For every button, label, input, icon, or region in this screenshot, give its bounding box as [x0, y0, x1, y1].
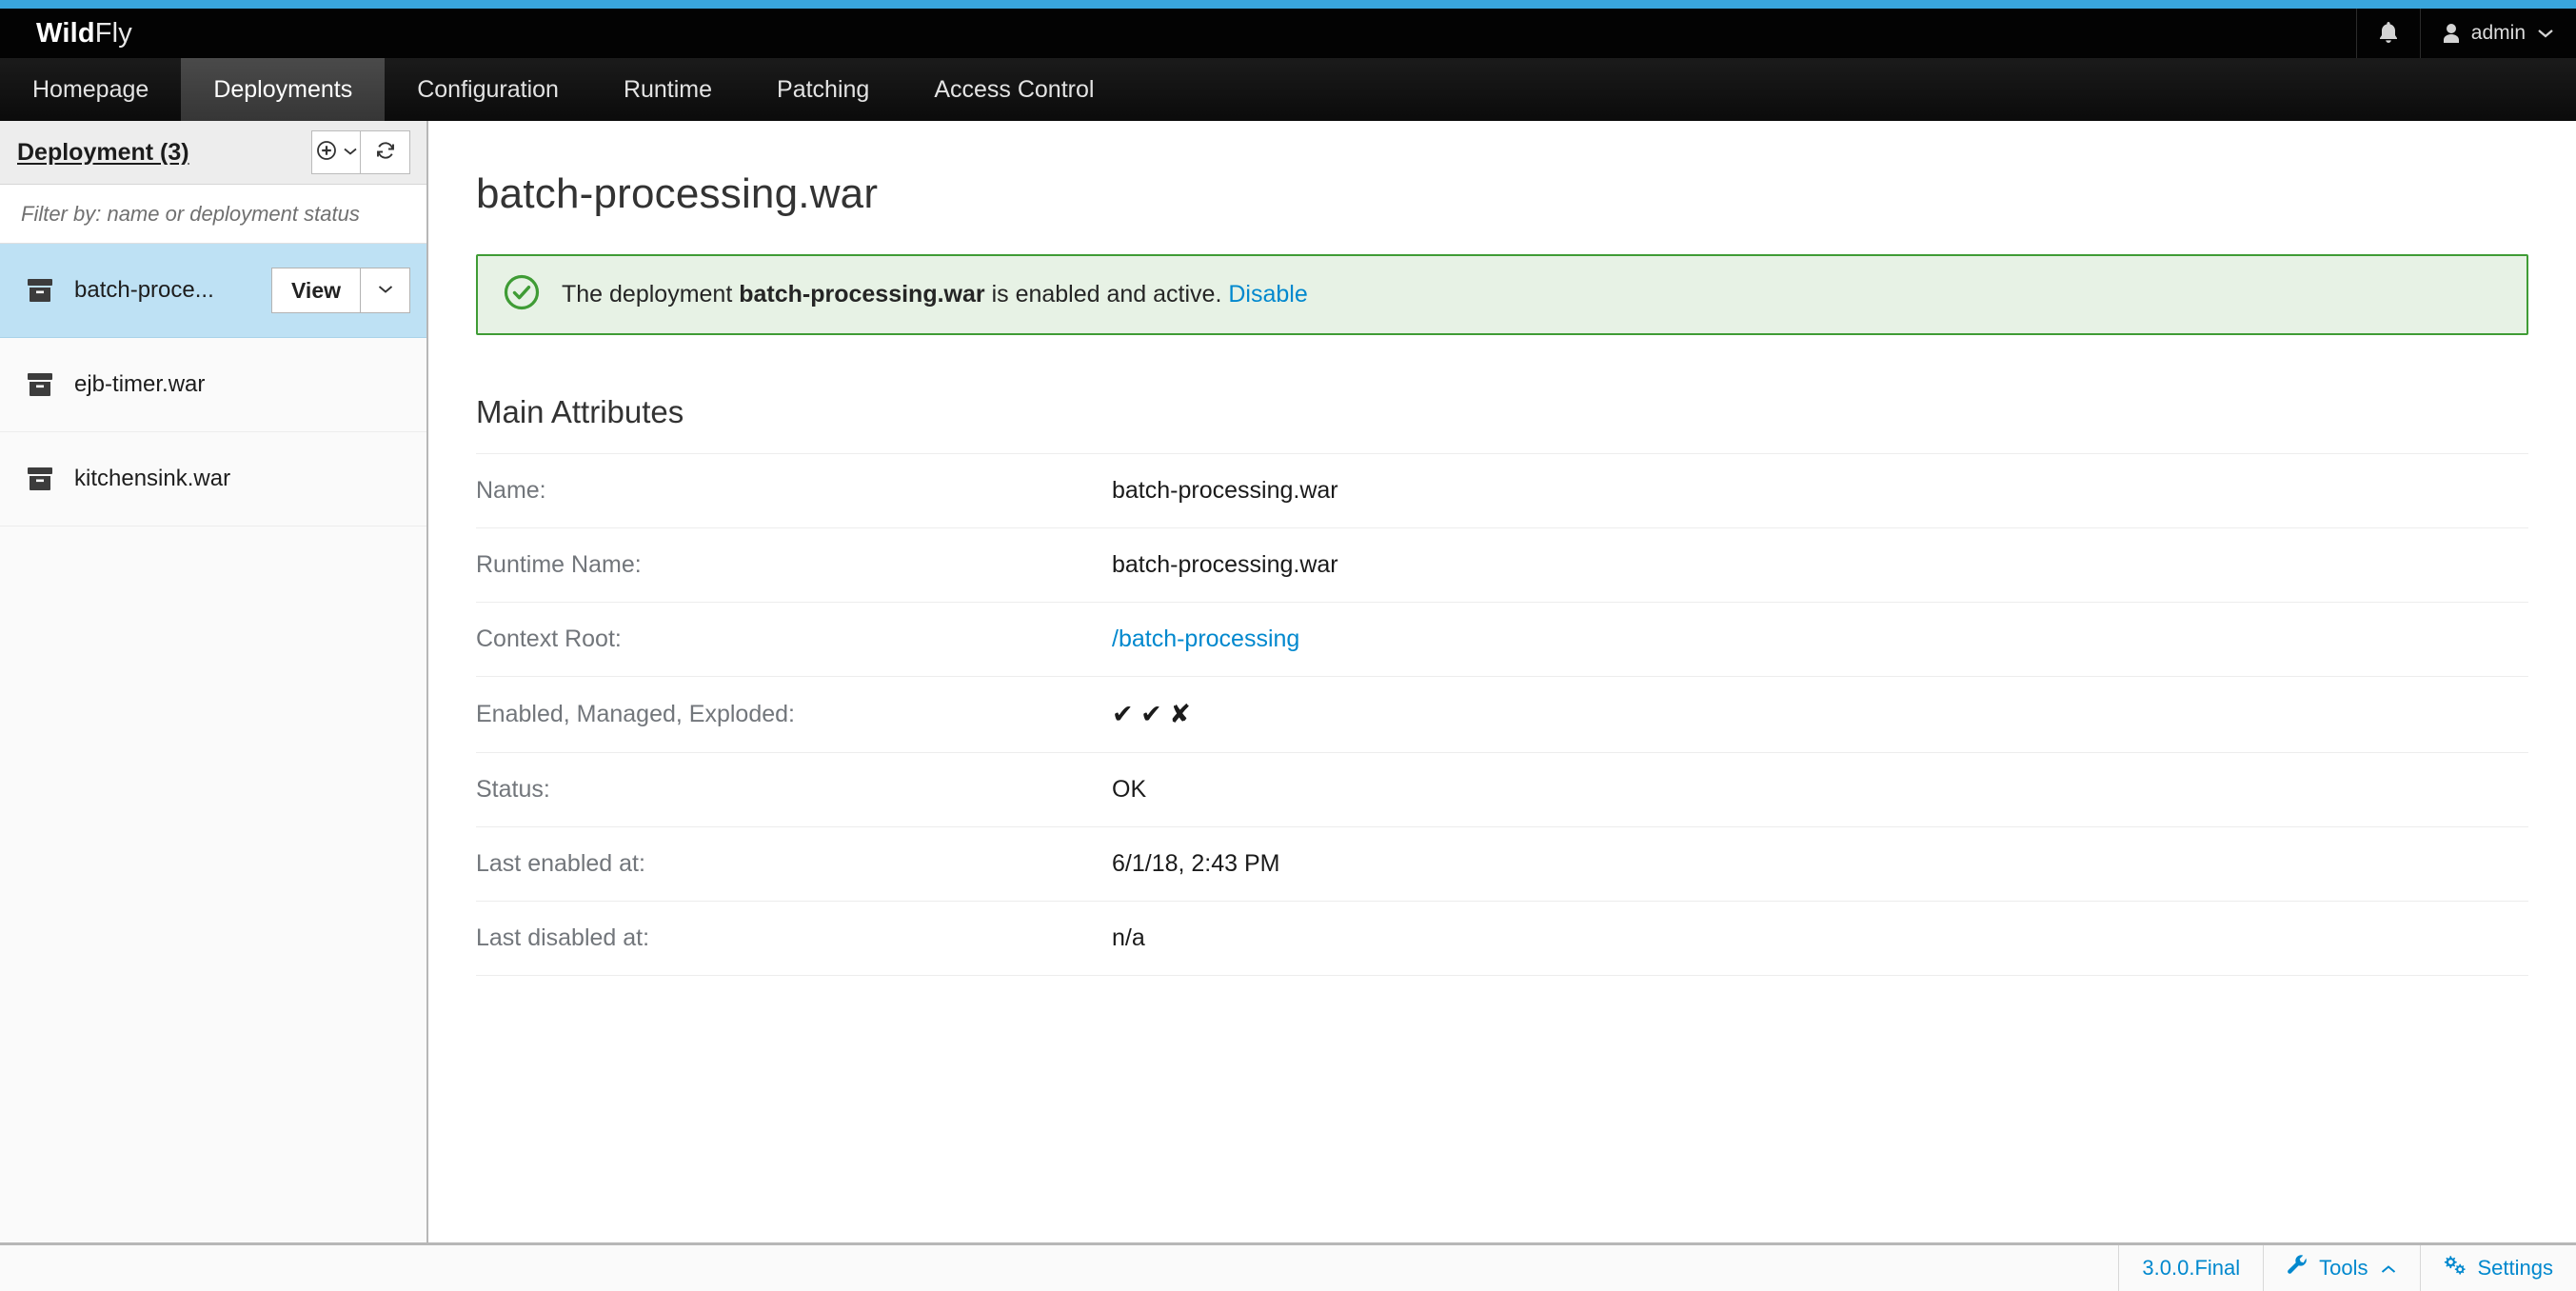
gears-icon — [2444, 1255, 2467, 1281]
filter-row — [0, 185, 426, 244]
attribute-value: OK — [1112, 776, 1147, 803]
table-row: Status: OK — [476, 752, 2528, 827]
attribute-label: Name: — [476, 477, 546, 504]
wildfly-console: Wild Fly admin Homepage Deployments Conf… — [0, 0, 2576, 1291]
attribute-label: Context Root: — [476, 626, 622, 652]
nav-item-deployments[interactable]: Deployments — [181, 58, 386, 121]
table-row: Runtime Name: batch-processing.war — [476, 527, 2528, 603]
list-item-batch-processing[interactable]: batch-proce... View — [0, 244, 426, 338]
brand-name-light: Fly — [94, 17, 133, 49]
refresh-icon — [374, 139, 397, 167]
table-row: Context Root: /batch-processing — [476, 602, 2528, 677]
status-alert: The deployment batch-processing.war is e… — [476, 254, 2528, 335]
list-item-kitchensink[interactable]: kitchensink.war — [0, 432, 426, 526]
deployments-sidebar: Deployment (3) Filter by: name or deploy… — [0, 121, 428, 1242]
masthead: Wild Fly admin — [0, 9, 2576, 58]
list-item-label: kitchensink.war — [74, 466, 231, 491]
tools-menu[interactable]: Tools — [2263, 1245, 2419, 1291]
primary-nav: Homepage Deployments Configuration Runti… — [0, 58, 2576, 121]
user-icon — [2442, 23, 2461, 44]
check-circle-icon — [503, 273, 541, 316]
table-row: Enabled, Managed, Exploded: ✔ ✔ ✘ — [476, 676, 2528, 753]
table-row: Name: batch-processing.war — [476, 453, 2528, 528]
nav-item-patching[interactable]: Patching — [744, 58, 902, 121]
archive-icon — [27, 278, 53, 303]
page-body: Deployment (3) Filter by: name or deploy… — [0, 121, 2576, 1242]
list-item-label: batch-proce... — [74, 277, 214, 303]
add-deployment-button[interactable] — [311, 130, 361, 174]
alert-message: The deployment batch-processing.war is e… — [562, 281, 1308, 308]
list-item-label: ejb-timer.war — [74, 371, 206, 397]
attribute-value-cell: ✔ ✔ ✘ — [1112, 677, 2528, 753]
chevron-down-icon — [343, 144, 358, 161]
attribute-label: Last enabled at: — [476, 850, 645, 877]
chevron-down-icon — [377, 282, 394, 299]
wrench-icon — [2287, 1255, 2308, 1281]
table-row: Last enabled at: 6/1/18, 2:43 PM — [476, 826, 2528, 902]
nav-item-access-control[interactable]: Access Control — [902, 58, 1126, 121]
version-link[interactable]: 3.0.0.Final — [2118, 1245, 2263, 1291]
alert-suffix: is enabled and active. — [984, 281, 1222, 308]
chevron-down-icon — [2536, 28, 2555, 39]
list-item-ejb-timer[interactable]: ejb-timer.war — [0, 338, 426, 432]
accent-stripe — [0, 0, 2576, 9]
context-root-link[interactable]: /batch-processing — [1112, 626, 1299, 652]
tools-label: Tools — [2319, 1256, 2368, 1280]
archive-icon — [27, 467, 53, 491]
bell-icon — [2378, 22, 2399, 45]
view-dropdown-toggle[interactable] — [361, 268, 410, 313]
view-button[interactable]: View — [271, 268, 361, 313]
page-title: batch-processing.war — [476, 170, 879, 217]
sidebar-toolbar — [311, 130, 410, 174]
attribute-label: Status: — [476, 776, 550, 803]
settings-label: Settings — [2477, 1256, 2554, 1280]
filter-input[interactable] — [21, 201, 426, 227]
alert-deployment-name: batch-processing.war — [739, 281, 985, 308]
user-menu-label: admin — [2470, 22, 2526, 44]
alert-prefix: The deployment — [562, 281, 740, 308]
settings-link[interactable]: Settings — [2419, 1245, 2576, 1291]
nav-item-configuration[interactable]: Configuration — [385, 58, 591, 121]
sidebar-title[interactable]: Deployment (3) — [17, 139, 189, 167]
disable-link[interactable]: Disable — [1228, 281, 1307, 308]
enabled-managed-exploded-flags: ✔ ✔ ✘ — [1112, 700, 1191, 728]
sidebar-header: Deployment (3) — [0, 121, 426, 185]
user-menu[interactable]: admin — [2419, 9, 2576, 58]
footer-bar: 3.0.0.Final Tools Settings — [0, 1242, 2576, 1291]
archive-icon — [27, 372, 53, 397]
attribute-label: Last disabled at: — [476, 924, 650, 951]
list-item-actions: View — [271, 268, 410, 313]
table-row: Last disabled at: n/a — [476, 901, 2528, 976]
nav-item-homepage[interactable]: Homepage — [0, 58, 181, 121]
attribute-value: batch-processing.war — [1112, 551, 1338, 578]
attribute-value: batch-processing.war — [1112, 477, 1338, 504]
main-attributes-table: Name: batch-processing.war Runtime Name:… — [476, 453, 2528, 976]
brand-logo[interactable]: Wild Fly — [0, 9, 132, 58]
plus-circle-icon — [315, 139, 338, 167]
brand-name-bold: Wild — [36, 17, 95, 49]
chevron-up-icon — [2380, 1256, 2397, 1281]
refresh-button[interactable] — [361, 130, 410, 174]
attribute-value: 6/1/18, 2:43 PM — [1112, 850, 1280, 877]
notifications-button[interactable] — [2355, 9, 2420, 58]
main-panel: batch-processing.war The deployment batc… — [428, 121, 2576, 1242]
attribute-label: Enabled, Managed, Exploded: — [476, 701, 795, 727]
nav-item-runtime[interactable]: Runtime — [591, 58, 744, 121]
attribute-value-cell: /batch-processing — [1112, 603, 2528, 677]
section-title-main-attributes: Main Attributes — [476, 394, 684, 429]
attribute-value: n/a — [1112, 924, 1145, 951]
deployment-list: batch-proce... View ejb-timer.war kitche… — [0, 244, 426, 1242]
masthead-actions: admin — [2355, 9, 2576, 58]
attribute-label: Runtime Name: — [476, 551, 642, 578]
